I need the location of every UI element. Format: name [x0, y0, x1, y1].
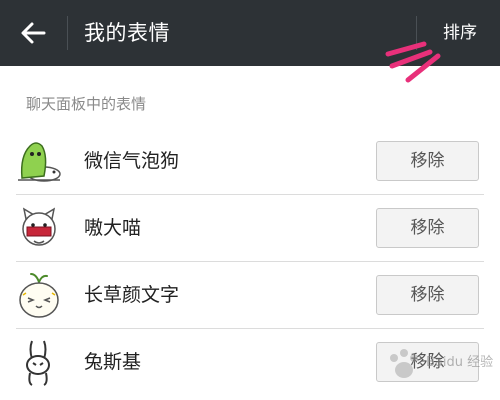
- list-item: 微信气泡狗 移除: [0, 128, 500, 195]
- list-item: 兔斯基 移除: [0, 329, 500, 396]
- list-item: 长草颜文字 移除: [0, 262, 500, 329]
- list-item: 嗷大喵 移除: [0, 195, 500, 262]
- annotation-marks: [385, 41, 441, 83]
- sticker-name: 微信气泡狗: [84, 150, 180, 172]
- sticker-name: 长草颜文字: [84, 284, 180, 306]
- ao-da-miao-sticker-icon: [22, 207, 56, 246]
- remove-button[interactable]: 移除: [376, 141, 479, 181]
- sticker-list: 微信气泡狗 移除 嗷大喵 移除 长草颜文字 移除 兔斯基 移除: [0, 128, 500, 396]
- sticker-name: 嗷大喵: [84, 217, 142, 239]
- arrow-left-icon: [21, 22, 46, 44]
- remove-button[interactable]: 移除: [376, 275, 479, 315]
- header-divider: [67, 16, 68, 50]
- page-title: 我的表情: [84, 21, 170, 45]
- back-button[interactable]: [10, 13, 56, 53]
- grass-face-sticker-icon: [19, 273, 59, 318]
- remove-button[interactable]: 移除: [376, 342, 479, 382]
- remove-button[interactable]: 移除: [376, 208, 479, 248]
- sticker-name: 兔斯基: [84, 351, 142, 373]
- bubble-dog-sticker-icon: [18, 142, 61, 182]
- tuzki-sticker-icon: [26, 340, 50, 386]
- section-label: 聊天面板中的表情: [26, 95, 147, 113]
